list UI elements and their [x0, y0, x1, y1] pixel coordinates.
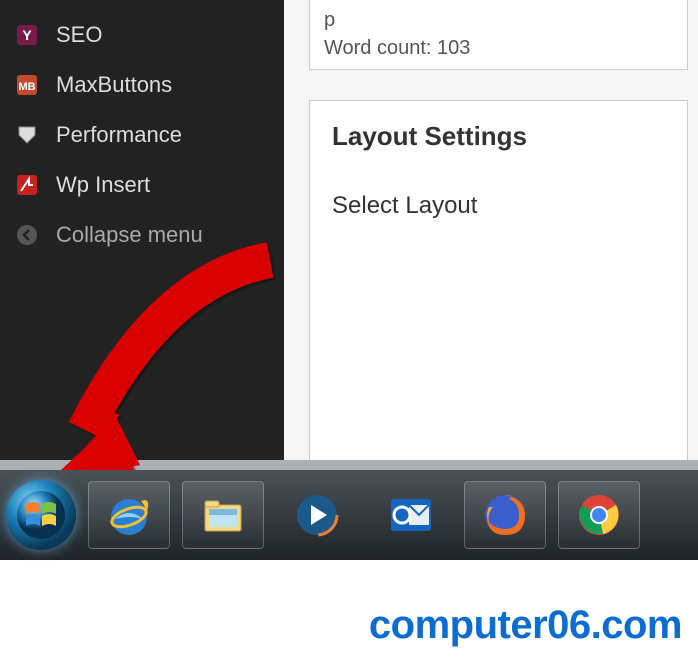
editor-tag-path: p: [324, 9, 673, 32]
media-player-icon: [291, 489, 343, 541]
sidebar-item-wpinsert[interactable]: Wp Insert: [0, 160, 284, 210]
sidebar-item-label: SEO: [56, 22, 102, 48]
sidebar-item-seo[interactable]: Y SEO: [0, 10, 284, 60]
collapse-icon: [14, 222, 40, 248]
content-area: p Word count: 103 Layout Settings Select…: [284, 0, 698, 460]
sidebar-item-label: Wp Insert: [56, 172, 150, 198]
taskbar-item-firefox[interactable]: [464, 481, 546, 549]
internet-explorer-icon: [103, 489, 155, 541]
sidebar-item-label: Collapse menu: [56, 222, 203, 248]
file-explorer-icon: [197, 489, 249, 541]
layout-settings-panel: Layout Settings Select Layout: [309, 100, 688, 460]
taskbar-item-ie[interactable]: [88, 481, 170, 549]
taskbar-item-explorer[interactable]: [182, 481, 264, 549]
taskbar-item-wmp[interactable]: [276, 481, 358, 549]
windows-logo-icon: [16, 490, 66, 540]
performance-icon: [14, 122, 40, 148]
svg-text:MB: MB: [18, 81, 35, 93]
editor-word-count: Word count: 103: [324, 37, 673, 60]
svg-text:Y: Y: [22, 27, 32, 43]
sidebar-item-performance[interactable]: Performance: [0, 110, 284, 160]
admin-sidebar: Y SEO MB MaxButtons Performance: [0, 0, 284, 460]
taskbar-item-outlook[interactable]: [370, 481, 452, 549]
start-button[interactable]: [6, 480, 76, 550]
wpinsert-icon: [14, 172, 40, 198]
seo-icon: Y: [14, 22, 40, 48]
firefox-icon: [479, 489, 531, 541]
select-layout-label: Select Layout: [332, 192, 665, 220]
sidebar-item-label: MaxButtons: [56, 72, 172, 98]
outlook-icon: [385, 489, 437, 541]
wp-admin-window: Y SEO MB MaxButtons Performance: [0, 0, 698, 460]
screenshot-area: Y SEO MB MaxButtons Performance: [0, 0, 698, 560]
watermark-text: computer06.com: [369, 603, 682, 648]
taskbar-item-chrome[interactable]: [558, 481, 640, 549]
sidebar-item-label: Performance: [56, 122, 182, 148]
editor-status-bar: p Word count: 103: [309, 0, 688, 70]
chrome-icon: [573, 489, 625, 541]
windows-taskbar: [0, 470, 698, 560]
maxbuttons-icon: MB: [14, 72, 40, 98]
sidebar-item-collapse[interactable]: Collapse menu: [0, 210, 284, 260]
panel-heading: Layout Settings: [332, 121, 665, 152]
sidebar-item-maxbuttons[interactable]: MB MaxButtons: [0, 60, 284, 110]
